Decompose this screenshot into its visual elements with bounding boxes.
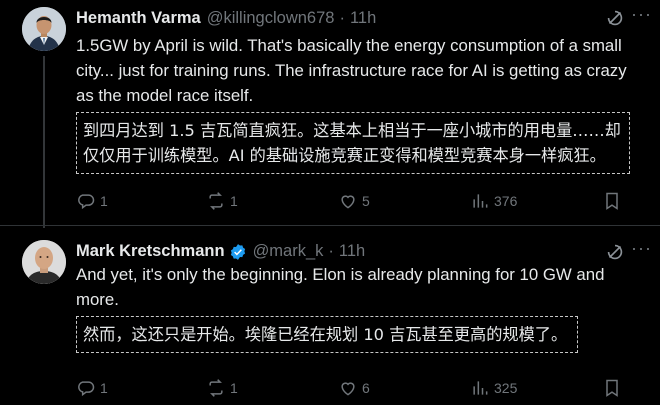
repost-icon — [209, 379, 223, 397]
tweet-header: Hemanth Varma @killingclown678 · 11h — [76, 9, 376, 28]
reply-count: 1 — [100, 193, 108, 209]
translation-box: 到四月达到 1.5 吉瓦简直疯狂。这基本上相当于一座小城市的用电量……却仅仅用于… — [76, 112, 630, 174]
avatar[interactable] — [22, 7, 66, 51]
separator-dot: · — [339, 9, 345, 27]
timestamp[interactable]: 11h — [339, 242, 365, 261]
views-count: 325 — [494, 380, 518, 396]
reply-icon — [78, 194, 95, 210]
repost-icon — [209, 192, 223, 210]
reply-button[interactable]: 1 — [76, 191, 108, 211]
author-name[interactable]: Hemanth Varma — [76, 9, 201, 28]
views-button[interactable]: 376 — [470, 191, 517, 211]
bookmark-icon — [606, 192, 618, 210]
reply-icon — [78, 381, 95, 397]
separator-dot: · — [328, 242, 334, 260]
grok-icon[interactable] — [604, 241, 626, 263]
bookmark-icon — [606, 379, 618, 397]
author-handle[interactable]: @mark_k — [253, 242, 324, 261]
grok-icon[interactable] — [604, 7, 626, 29]
like-button[interactable]: 5 — [338, 191, 370, 211]
author-name[interactable]: Mark Kretschmann — [76, 242, 225, 261]
views-button[interactable]: 325 — [470, 378, 517, 398]
views-count: 376 — [494, 193, 518, 209]
reply-tweet[interactable]: Mark Kretschmann @mark_k · 11h ··· And y… — [0, 226, 660, 405]
timestamp[interactable]: 11h — [350, 9, 376, 28]
avatar[interactable] — [22, 240, 66, 284]
translation-box: 然而，这还只是开始。埃隆已经在规划 10 吉瓦甚至更高的规模了。 — [76, 316, 578, 353]
reply-tweet[interactable]: Hemanth Varma @killingclown678 · 11h ···… — [0, 0, 660, 226]
like-icon — [341, 195, 355, 209]
more-icon[interactable]: ··· — [631, 238, 652, 259]
like-count: 6 — [362, 380, 370, 396]
like-count: 5 — [362, 193, 370, 209]
repost-button[interactable]: 1 — [206, 191, 238, 211]
more-icon[interactable]: ··· — [631, 4, 652, 25]
reply-button[interactable]: 1 — [76, 378, 108, 398]
views-icon — [473, 194, 488, 208]
repost-button[interactable]: 1 — [206, 378, 238, 398]
like-button[interactable]: 6 — [338, 378, 370, 398]
tweet-text: 1.5GW by April is wild. That's basically… — [76, 36, 627, 105]
like-icon — [341, 382, 355, 396]
views-icon — [473, 381, 488, 395]
repost-count: 1 — [230, 380, 238, 396]
tweet-header: Mark Kretschmann @mark_k · 11h — [76, 242, 365, 261]
reply-count: 1 — [100, 380, 108, 396]
author-handle[interactable]: @killingclown678 — [207, 9, 335, 28]
tweet-text: And yet, it's only the beginning. Elon i… — [76, 265, 605, 309]
bookmark-button[interactable] — [602, 378, 626, 398]
repost-count: 1 — [230, 193, 238, 209]
action-bar: 1 1 6 325 — [76, 378, 636, 400]
verified-badge-icon[interactable] — [229, 243, 247, 261]
bookmark-button[interactable] — [602, 191, 626, 211]
action-bar: 1 1 5 376 — [76, 191, 636, 213]
